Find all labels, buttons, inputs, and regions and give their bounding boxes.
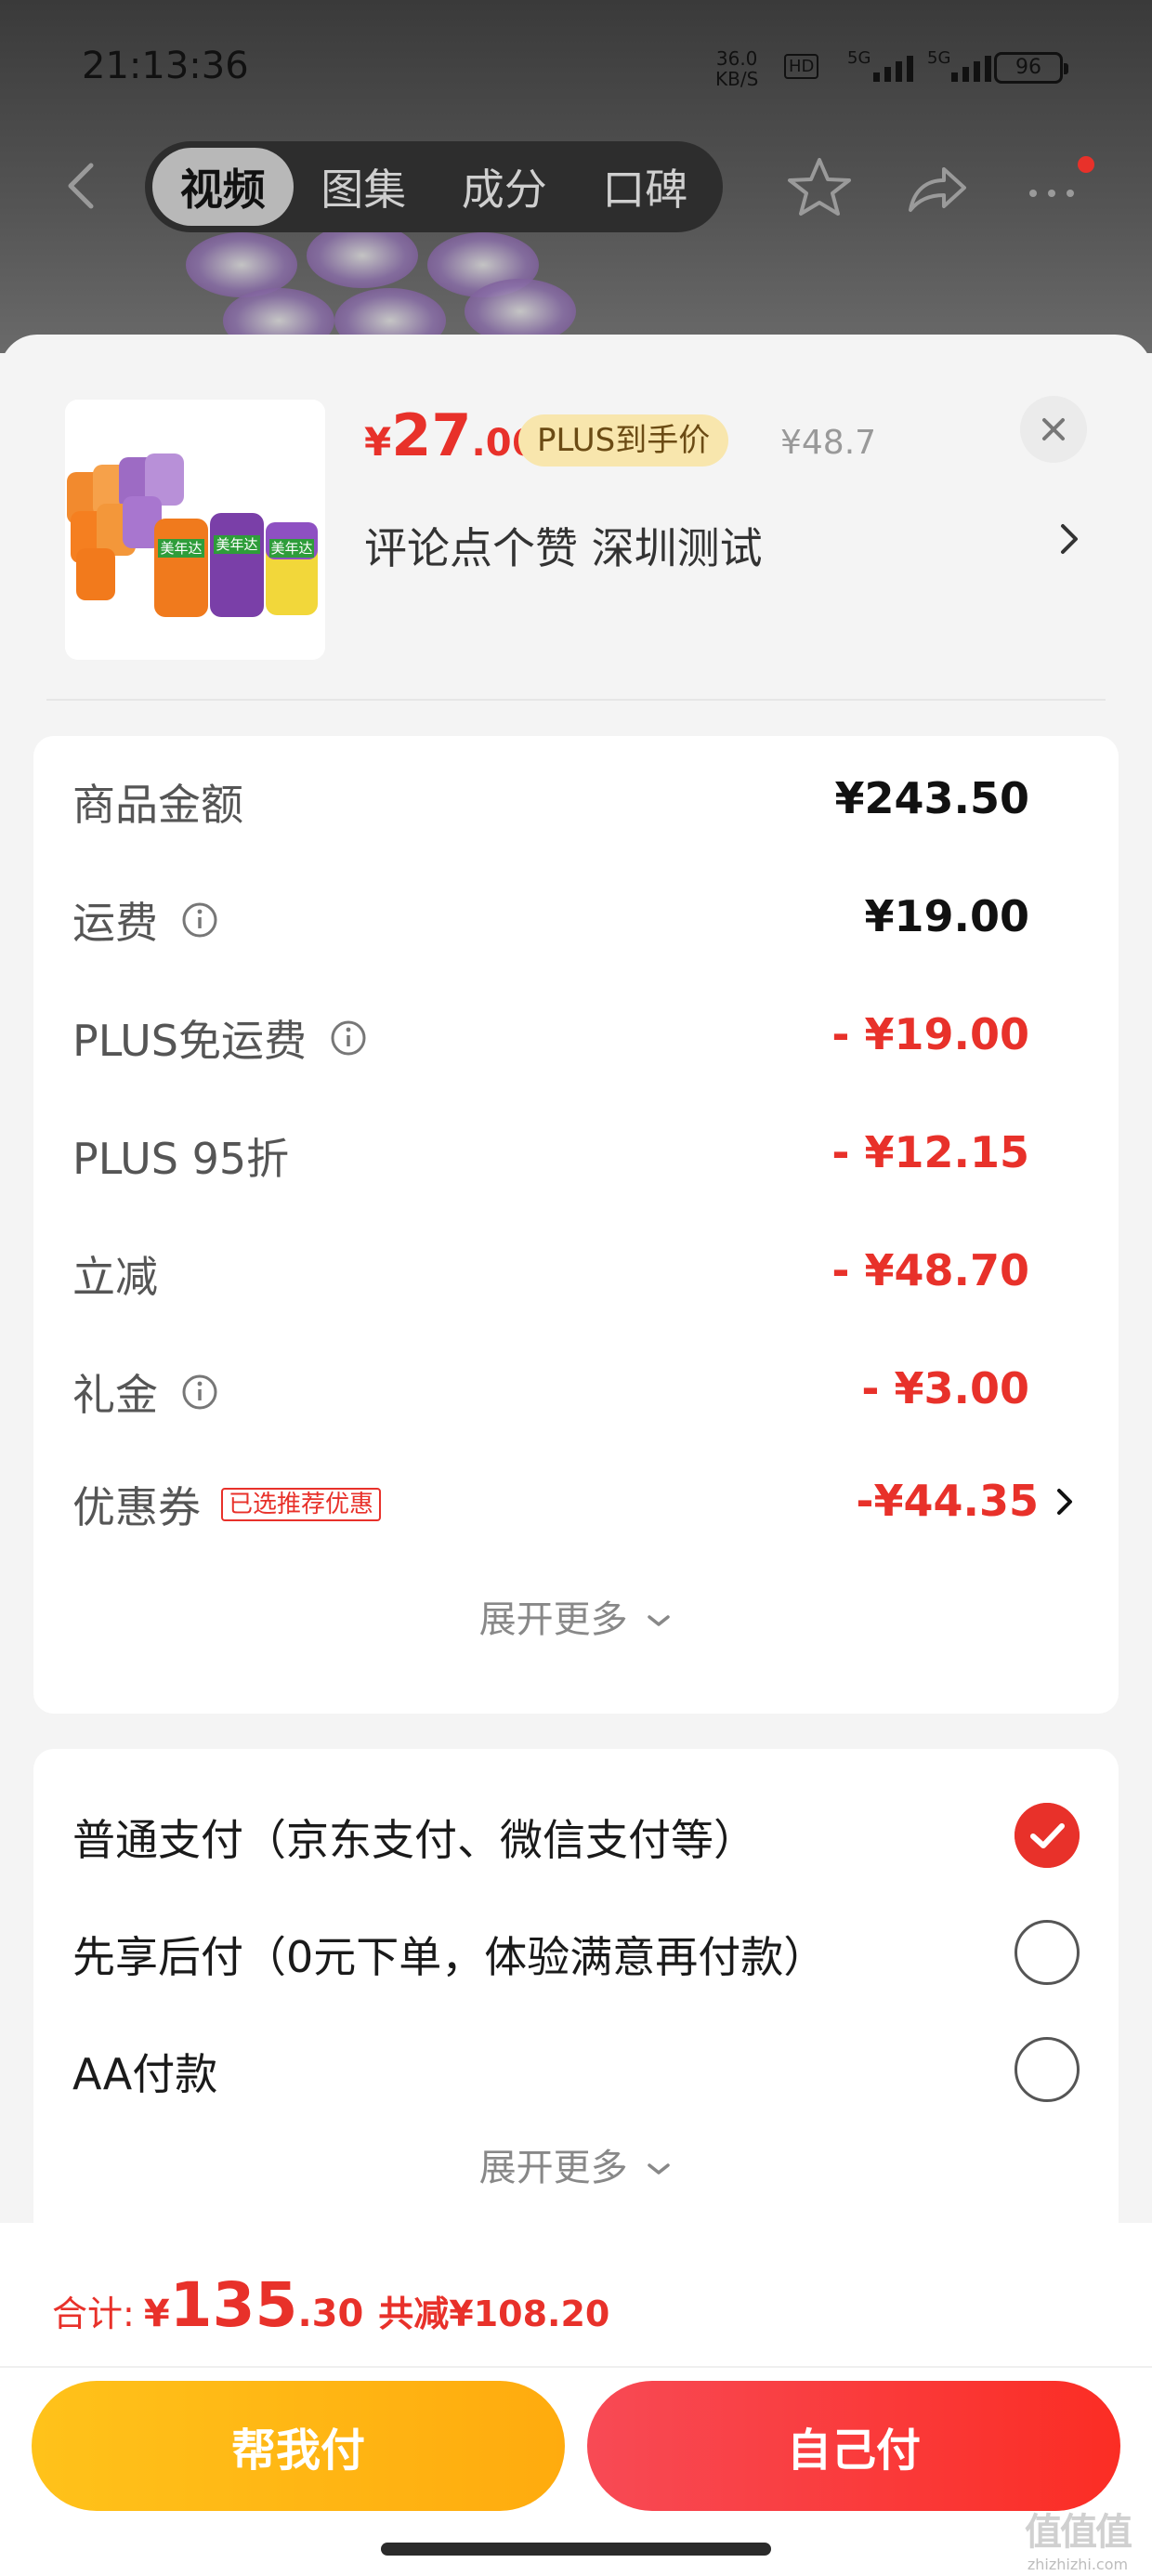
fee-row-plus-discount: PLUS 95折 - ¥12.15: [33, 1111, 1119, 1194]
total-saved: 共减¥108.20: [378, 2293, 610, 2334]
home-indicator[interactable]: [381, 2543, 771, 2556]
top-nav: 视频 图集 成分 口碑: [0, 130, 1152, 242]
net-speed: 36.0 KB/S: [715, 48, 758, 89]
fee-label: 立减: [72, 1252, 158, 1302]
status-bar: 21:13:36 36.0 KB/S HD 5G 5G 96: [0, 0, 1152, 130]
total-integer: 135: [169, 2269, 298, 2341]
help-me-pay-button[interactable]: 帮我付: [32, 2381, 565, 2511]
price-integer: 27: [391, 401, 472, 469]
fee-value: ¥243.50: [834, 773, 1029, 823]
fee-row-instant-discount: 立减 - ¥48.70: [33, 1229, 1119, 1312]
selected-spec[interactable]: 评论点个赞 深圳测试: [364, 515, 763, 576]
payment-option-standard[interactable]: 普通支付（京东支付、微信支付等）: [33, 1784, 1119, 1886]
radio-unchecked-icon[interactable]: [1015, 2037, 1080, 2102]
tab-ingredients[interactable]: 成分: [434, 148, 575, 226]
chevron-right-icon[interactable]: [1054, 1485, 1076, 1518]
watermark-url: zhizhizhi.com: [1027, 2556, 1129, 2573]
tab-gallery[interactable]: 图集: [294, 148, 435, 226]
product-thumbnail[interactable]: 美年达 美年达 美年达: [65, 400, 325, 660]
net-speed-unit: KB/S: [715, 68, 759, 90]
payment-options: 普通支付（京东支付、微信支付等） 先享后付（0元下单，体验满意再付款） AA付款…: [33, 1749, 1119, 2241]
back-icon[interactable]: [56, 158, 111, 214]
expand-label: 展开更多: [478, 1598, 628, 1641]
chevron-down-icon: [648, 2163, 671, 2175]
order-total: 合计: ¥ 135 .30 共减¥108.20: [52, 2269, 609, 2344]
fee-label: 优惠券: [72, 1482, 201, 1532]
tab-reviews[interactable]: 口碑: [575, 148, 716, 226]
info-icon[interactable]: [180, 1373, 219, 1412]
total-decimal: .30: [297, 2293, 364, 2335]
notification-dot: [1078, 156, 1094, 173]
price-symbol: ¥: [364, 419, 392, 465]
signal-icon: [873, 56, 913, 82]
fee-row-plus-free-shipping: PLUS免运费 - ¥19.00: [33, 992, 1119, 1076]
payment-option-label: AA付款: [72, 2049, 218, 2099]
close-icon[interactable]: [1020, 396, 1087, 463]
chevron-down-icon: [648, 1615, 671, 1626]
product-brand-text: 美年达: [160, 540, 202, 557]
checkout-footer: 合计: ¥ 135 .30 共减¥108.20 帮我付 自己付 值值值 zhiz…: [0, 2223, 1152, 2576]
divider: [0, 2366, 1152, 2368]
fee-breakdown: 商品金额 ¥243.50 运费 ¥19.00 PLUS免运费 - ¥19.00 …: [33, 736, 1119, 1714]
watermark-mark: 值值值: [1025, 2511, 1132, 2554]
fee-label: PLUS 95折: [72, 1134, 290, 1184]
product-summary: 美年达 美年达 美年达 ¥ 27 .06 PLUS到手价 ¥48.7 评论点个赞…: [0, 335, 1152, 706]
fee-value: - ¥19.00: [831, 1009, 1029, 1059]
original-price: ¥48.7: [780, 424, 877, 462]
product-image: 美年达 美年达 美年达: [65, 400, 325, 660]
radio-unchecked-icon[interactable]: [1015, 1920, 1080, 1985]
fee-value: - ¥3.00: [861, 1363, 1029, 1413]
expand-more-fees[interactable]: 展开更多: [33, 1589, 1119, 1643]
fee-row-shipping: 运费 ¥19.00: [33, 874, 1119, 958]
plus-price-badge: PLUS到手价: [518, 414, 729, 467]
fee-value: ¥19.00: [864, 891, 1029, 941]
fee-label: PLUS免运费: [72, 1016, 307, 1066]
info-icon[interactable]: [180, 900, 219, 940]
radio-checked-icon[interactable]: [1015, 1803, 1080, 1868]
payment-option-aa[interactable]: AA付款: [33, 2018, 1119, 2121]
pay-myself-button[interactable]: 自己付: [587, 2381, 1120, 2511]
total-label: 合计:: [52, 2293, 135, 2334]
status-time: 21:13:36: [82, 45, 249, 87]
network-label: 5G: [927, 48, 951, 68]
payment-option-pay-later[interactable]: 先享后付（0元下单，体验满意再付款）: [33, 1901, 1119, 2004]
fee-row-gift-money: 礼金 - ¥3.00: [33, 1347, 1119, 1430]
fee-label: 运费: [72, 898, 158, 948]
battery-icon: 96: [994, 52, 1068, 84]
product-price: ¥ 27 .06: [364, 401, 537, 476]
fee-label: 礼金: [72, 1370, 158, 1420]
expand-label: 展开更多: [478, 2147, 628, 2189]
coupon-value: -¥44.35: [856, 1476, 1039, 1526]
signal-icon: [951, 56, 991, 82]
fee-label: 商品金额: [72, 780, 243, 830]
chevron-right-icon[interactable]: [1055, 520, 1083, 558]
divider: [46, 699, 1106, 701]
payment-option-label: 普通支付（京东支付、微信支付等）: [72, 1815, 756, 1865]
media-tabs: 视频 图集 成分 口碑: [145, 141, 723, 232]
hd-icon: HD: [784, 54, 819, 79]
expand-more-payments[interactable]: 展开更多: [33, 2137, 1119, 2191]
total-symbol: ¥: [143, 2293, 170, 2335]
network-label: 5G: [847, 48, 871, 68]
fee-row-goods-amount: 商品金额 ¥243.50: [33, 756, 1119, 840]
product-brand-text: 美年达: [270, 540, 312, 557]
info-icon[interactable]: [329, 1019, 368, 1058]
net-speed-value: 36.0: [715, 47, 758, 70]
fee-row-coupon[interactable]: 优惠券 已选推荐优惠 -¥44.35: [33, 1459, 1119, 1543]
fee-value: - ¥12.15: [831, 1127, 1029, 1177]
product-brand-text: 美年达: [216, 536, 257, 553]
tab-video[interactable]: 视频: [152, 148, 294, 226]
coupon-tag: 已选推荐优惠: [221, 1488, 382, 1521]
fee-value: - ¥48.70: [831, 1245, 1029, 1295]
star-icon[interactable]: [786, 154, 853, 221]
payment-option-label: 先享后付（0元下单，体验满意再付款）: [72, 1932, 827, 1982]
share-icon[interactable]: [903, 154, 970, 221]
watermark-logo: 值值值 zhizhizhi.com: [1013, 2502, 1143, 2573]
